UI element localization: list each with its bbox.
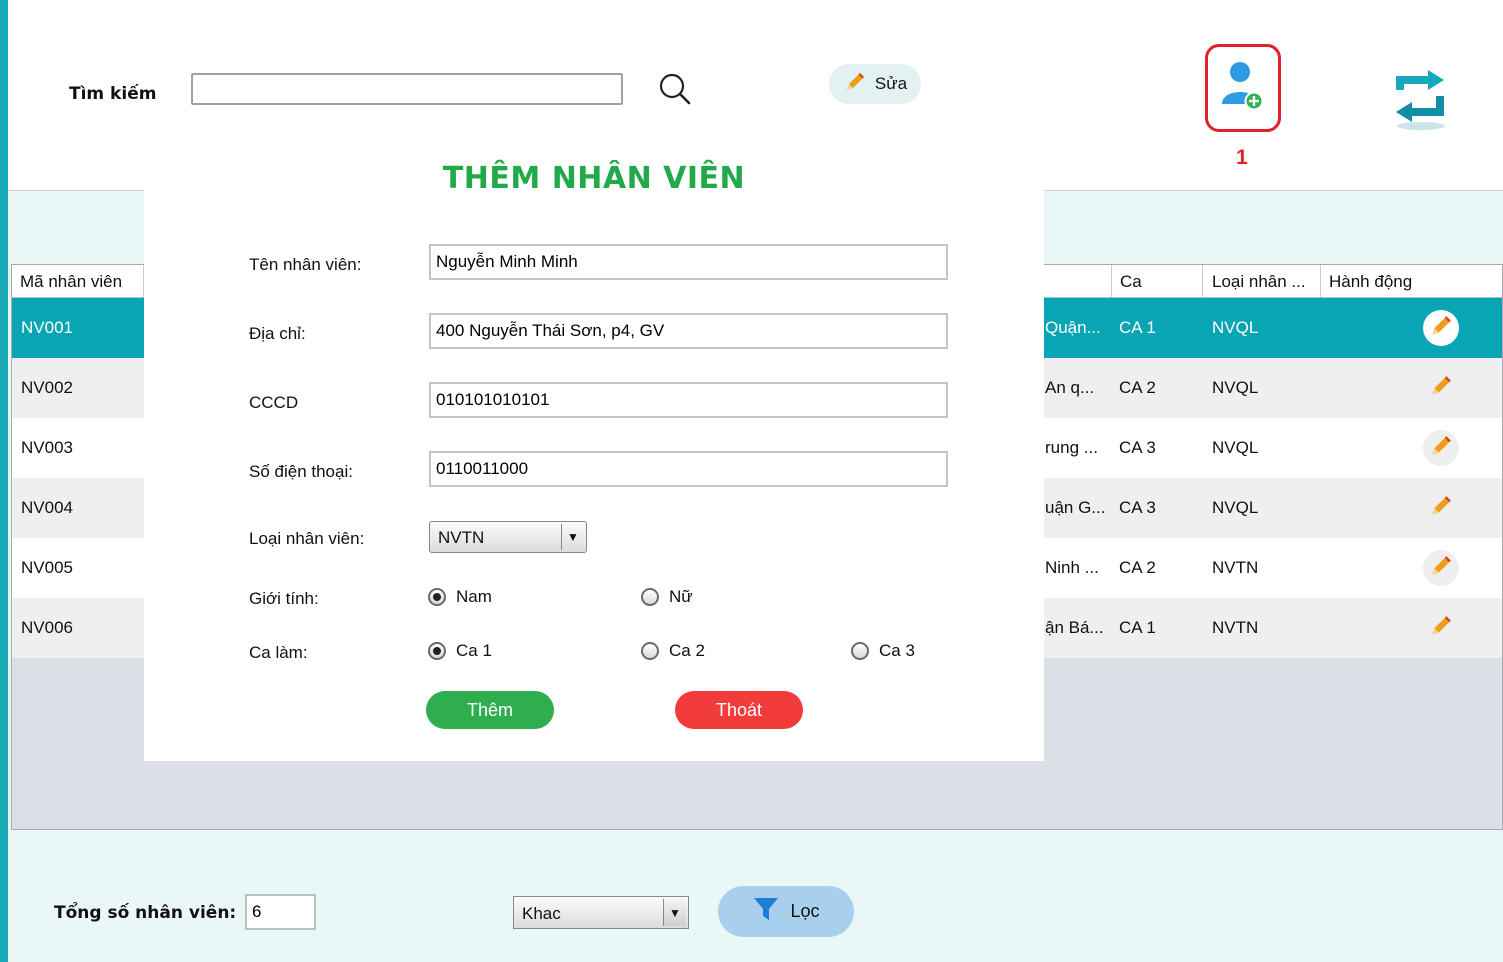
pencil-icon <box>1428 313 1454 344</box>
employee-type-label: Loại nhân viên: <box>249 529 365 548</box>
employee-type-cell: NVTN <box>1212 618 1259 637</box>
refresh-button[interactable] <box>1388 64 1452 134</box>
employee-id-cell: NV003 <box>21 438 73 457</box>
employee-address-cell: An q... <box>1045 378 1095 397</box>
name-label: Tên nhân viên: <box>249 255 362 274</box>
column-header-type[interactable]: Loại nhân ... <box>1204 265 1321 297</box>
name-field[interactable] <box>429 244 948 280</box>
exit-button[interactable]: Thoát <box>675 691 803 729</box>
dialog-title: THÊM NHÂN VIÊN <box>442 161 746 196</box>
row-edit-button[interactable] <box>1423 550 1459 586</box>
search-input[interactable] <box>191 73 623 105</box>
radio-unselected-icon <box>641 642 659 660</box>
phone-field[interactable] <box>429 451 948 487</box>
employee-shift-cell: CA 1 <box>1119 318 1156 337</box>
employee-shift-cell: CA 3 <box>1119 438 1156 457</box>
shift-2-label: Ca 2 <box>669 641 705 660</box>
cccd-field[interactable] <box>429 382 948 418</box>
left-accent-bar <box>0 0 8 962</box>
filter-dropdown-value: Khac <box>522 904 561 923</box>
employee-type-cell: NVQL <box>1212 498 1259 517</box>
employee-id-cell: NV002 <box>21 378 73 397</box>
row-edit-button[interactable] <box>1423 430 1459 466</box>
employee-address-cell: ận Bá... <box>1045 618 1104 637</box>
row-edit-button[interactable] <box>1423 310 1459 346</box>
employee-address-cell: rung ... <box>1045 438 1098 457</box>
radio-unselected-icon <box>851 642 869 660</box>
shift-1-radio[interactable]: Ca 1 <box>428 641 492 661</box>
phone-label: Số điện thoại: <box>249 462 353 481</box>
chevron-down-icon[interactable]: ▼ <box>561 524 584 550</box>
pencil-icon <box>1428 373 1454 404</box>
employee-shift-cell: CA 2 <box>1119 558 1156 577</box>
employee-id-cell: NV001 <box>21 318 73 337</box>
employee-shift-cell: CA 2 <box>1119 378 1156 397</box>
gender-male-radio[interactable]: Nam <box>428 587 492 607</box>
column-header-action[interactable]: Hành động <box>1321 265 1502 297</box>
pencil-icon <box>1428 433 1454 464</box>
edit-button-label: Sửa <box>874 74 908 93</box>
radio-selected-icon <box>428 642 446 660</box>
gender-label: Giới tính: <box>249 589 319 608</box>
search-icon[interactable] <box>655 70 695 110</box>
shift-2-radio[interactable]: Ca 2 <box>641 641 705 661</box>
employee-id-cell: NV006 <box>21 618 73 637</box>
employee-type-select[interactable]: NVTN ▼ <box>429 521 587 553</box>
add-employee-dialog: THÊM NHÂN VIÊN Tên nhân viên: Địa chỉ: C… <box>144 107 1044 761</box>
cccd-label: CCCD <box>249 393 299 412</box>
row-edit-button[interactable] <box>1423 610 1459 646</box>
refresh-icon <box>1388 70 1452 138</box>
filter-button[interactable]: Lọc <box>718 886 854 937</box>
annotation-number: 1 <box>1236 146 1248 169</box>
column-header-shift[interactable]: Ca <box>1111 265 1203 297</box>
edit-button[interactable]: Sửa <box>829 64 921 104</box>
funnel-icon <box>752 895 780 928</box>
pencil-icon <box>1428 553 1454 584</box>
employee-type-cell: NVQL <box>1212 318 1259 337</box>
pencil-icon <box>1428 613 1454 644</box>
radio-selected-icon <box>428 588 446 606</box>
row-edit-button[interactable] <box>1423 370 1459 406</box>
pencil-icon <box>843 70 867 99</box>
employee-type-cell: NVQL <box>1212 378 1259 397</box>
employee-shift-cell: CA 1 <box>1119 618 1156 637</box>
filter-button-label: Lọc <box>790 901 820 921</box>
pencil-icon <box>1428 493 1454 524</box>
employee-id-cell: NV005 <box>21 558 73 577</box>
row-edit-button[interactable] <box>1423 490 1459 526</box>
employee-address-cell: uận G... <box>1045 498 1106 517</box>
add-button[interactable]: Thêm <box>426 691 554 729</box>
employee-type-cell: NVTN <box>1212 558 1259 577</box>
employee-id-cell: NV004 <box>21 498 73 517</box>
address-field[interactable] <box>429 313 948 349</box>
gender-female-radio[interactable]: Nữ <box>641 587 693 607</box>
shift-label: Ca làm: <box>249 643 308 662</box>
shift-3-radio[interactable]: Ca 3 <box>851 641 915 661</box>
column-header-id[interactable]: Mã nhân viên <box>12 265 144 297</box>
employee-type-value: NVTN <box>438 528 485 547</box>
total-employees-label: Tổng số nhân viên: <box>54 903 237 923</box>
total-employees-field <box>245 894 316 930</box>
add-employee-button[interactable] <box>1205 44 1281 132</box>
add-user-icon <box>1220 60 1266 117</box>
shift-1-label: Ca 1 <box>456 641 492 660</box>
gender-female-label: Nữ <box>669 587 693 606</box>
employee-shift-cell: CA 3 <box>1119 498 1156 517</box>
gender-male-label: Nam <box>456 587 492 606</box>
search-label: Tìm kiếm <box>69 84 157 104</box>
radio-unselected-icon <box>641 588 659 606</box>
address-label: Địa chỉ: <box>249 324 306 343</box>
shift-3-label: Ca 3 <box>879 641 915 660</box>
filter-dropdown[interactable]: Khac ▼ <box>513 896 689 929</box>
chevron-down-icon[interactable]: ▼ <box>663 899 686 926</box>
employee-type-cell: NVQL <box>1212 438 1259 457</box>
employee-address-cell: Ninh ... <box>1045 558 1099 577</box>
employee-address-cell: Quận... <box>1045 318 1101 337</box>
